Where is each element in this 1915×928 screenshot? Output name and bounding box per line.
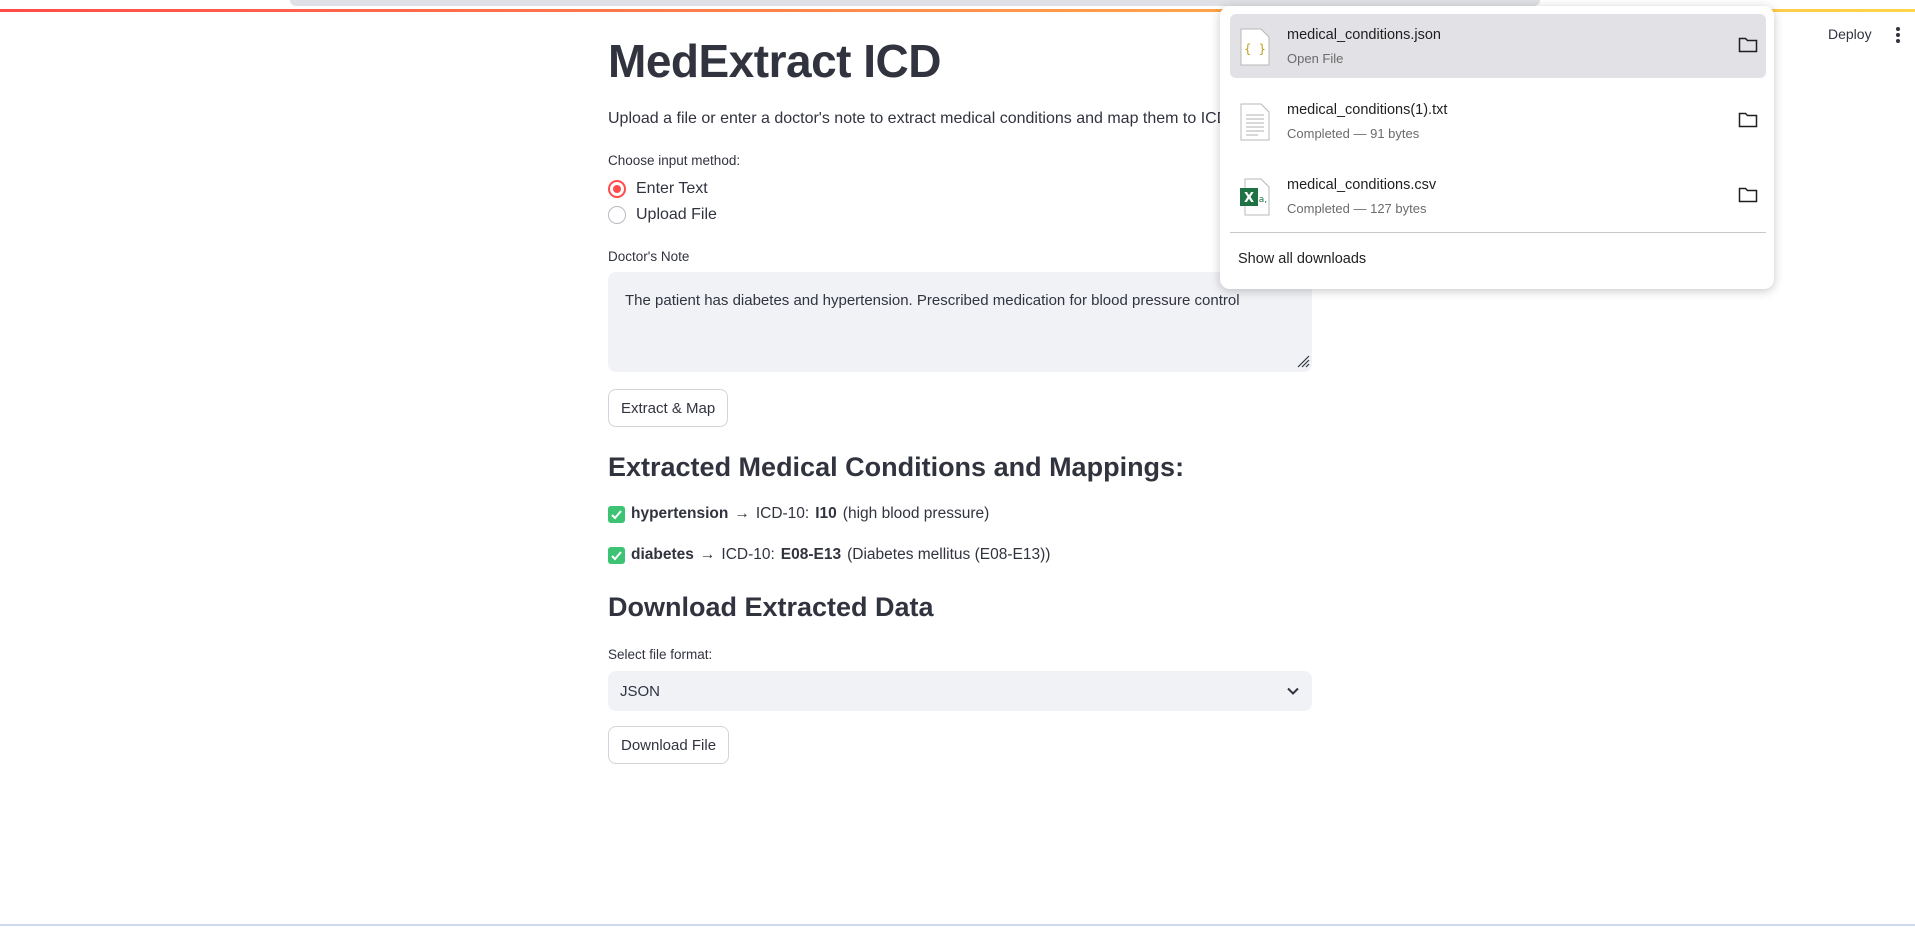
results-heading: Extracted Medical Conditions and Mapping… [608,452,1185,482]
check-mark-icon [608,546,625,564]
extract-map-button[interactable]: Extract & Map [608,389,729,427]
file-format-value: JSON [620,682,661,700]
deploy-button[interactable]: Deploy [1828,26,1872,42]
icd-description: (Diabetes mellitus (E08-E13)) [847,546,1051,563]
doctors-note-input[interactable]: The patient has diabetes and hypertensio… [608,272,1312,372]
radio-upload-file-label: Upload File [636,206,717,223]
excel-file-icon: X a, [1240,178,1270,216]
main-menu-icon[interactable] [1890,24,1906,46]
download-file-name: medical_conditions.csv [1287,177,1437,193]
download-file-status: Completed — 127 bytes [1287,201,1427,216]
download-heading: Download Extracted Data [608,592,934,622]
show-all-downloads-link[interactable]: Show all downloads [1238,251,1366,267]
download-file-name: medical_conditions.json [1287,27,1441,43]
icd-code: E08-E13 [780,546,842,563]
icd-description: (high blood pressure) [842,505,990,522]
radio-enter-text-label: Enter Text [636,180,708,197]
doctors-note-label: Doctor's Note [608,249,690,264]
result-item: diabetes → ICD-10: E08-E13 (Diabetes mel… [608,546,1050,564]
check-mark-icon [608,505,625,523]
text-file-icon [1240,103,1270,141]
svg-text:{ }: { } [1244,42,1266,56]
icd-prefix: ICD-10: [721,546,775,563]
radio-selected-icon[interactable] [608,180,626,198]
radio-upload-file[interactable]: Upload File [608,206,717,224]
svg-text:a,: a, [1259,195,1267,205]
downloads-panel: { } medical_conditions.json Open File me… [1220,6,1774,289]
input-method-label: Choose input method: [608,153,741,168]
download-item-txt[interactable]: medical_conditions(1).txt Completed — 91… [1230,89,1766,153]
resize-handle-icon[interactable] [1296,354,1310,368]
svg-text:X: X [1244,191,1254,206]
page-subtitle: Upload a file or enter a doctor's note t… [608,110,1264,127]
result-item: hypertension → ICD-10: I10 (high blood p… [608,505,989,523]
icd-code: I10 [815,505,837,522]
page-title: MedExtract ICD [608,35,941,87]
download-item-json[interactable]: { } medical_conditions.json Open File [1230,14,1766,78]
condition-name: hypertension [631,505,729,522]
folder-icon[interactable] [1738,36,1758,54]
download-file-button[interactable]: Download File [608,726,730,764]
download-file-name: medical_conditions(1).txt [1287,102,1448,118]
bottom-border [0,924,1915,926]
file-format-label: Select file format: [608,647,713,662]
downloads-divider [1230,232,1766,233]
radio-unselected-icon[interactable] [608,206,626,224]
icd-prefix: ICD-10: [755,505,810,522]
radio-enter-text[interactable]: Enter Text [608,180,708,198]
download-file-status: Open File [1287,51,1344,66]
json-file-icon: { } [1240,28,1270,66]
folder-icon[interactable] [1738,111,1758,129]
condition-name: diabetes [631,546,694,563]
download-file-status: Completed — 91 bytes [1287,126,1420,141]
download-item-csv[interactable]: X a, medical_conditions.csv Completed — … [1230,164,1766,228]
file-format-select[interactable]: JSON [608,671,1312,711]
folder-icon[interactable] [1738,186,1758,204]
chevron-down-icon [1287,687,1299,695]
arrow: → [699,546,716,563]
arrow: → [734,505,750,522]
